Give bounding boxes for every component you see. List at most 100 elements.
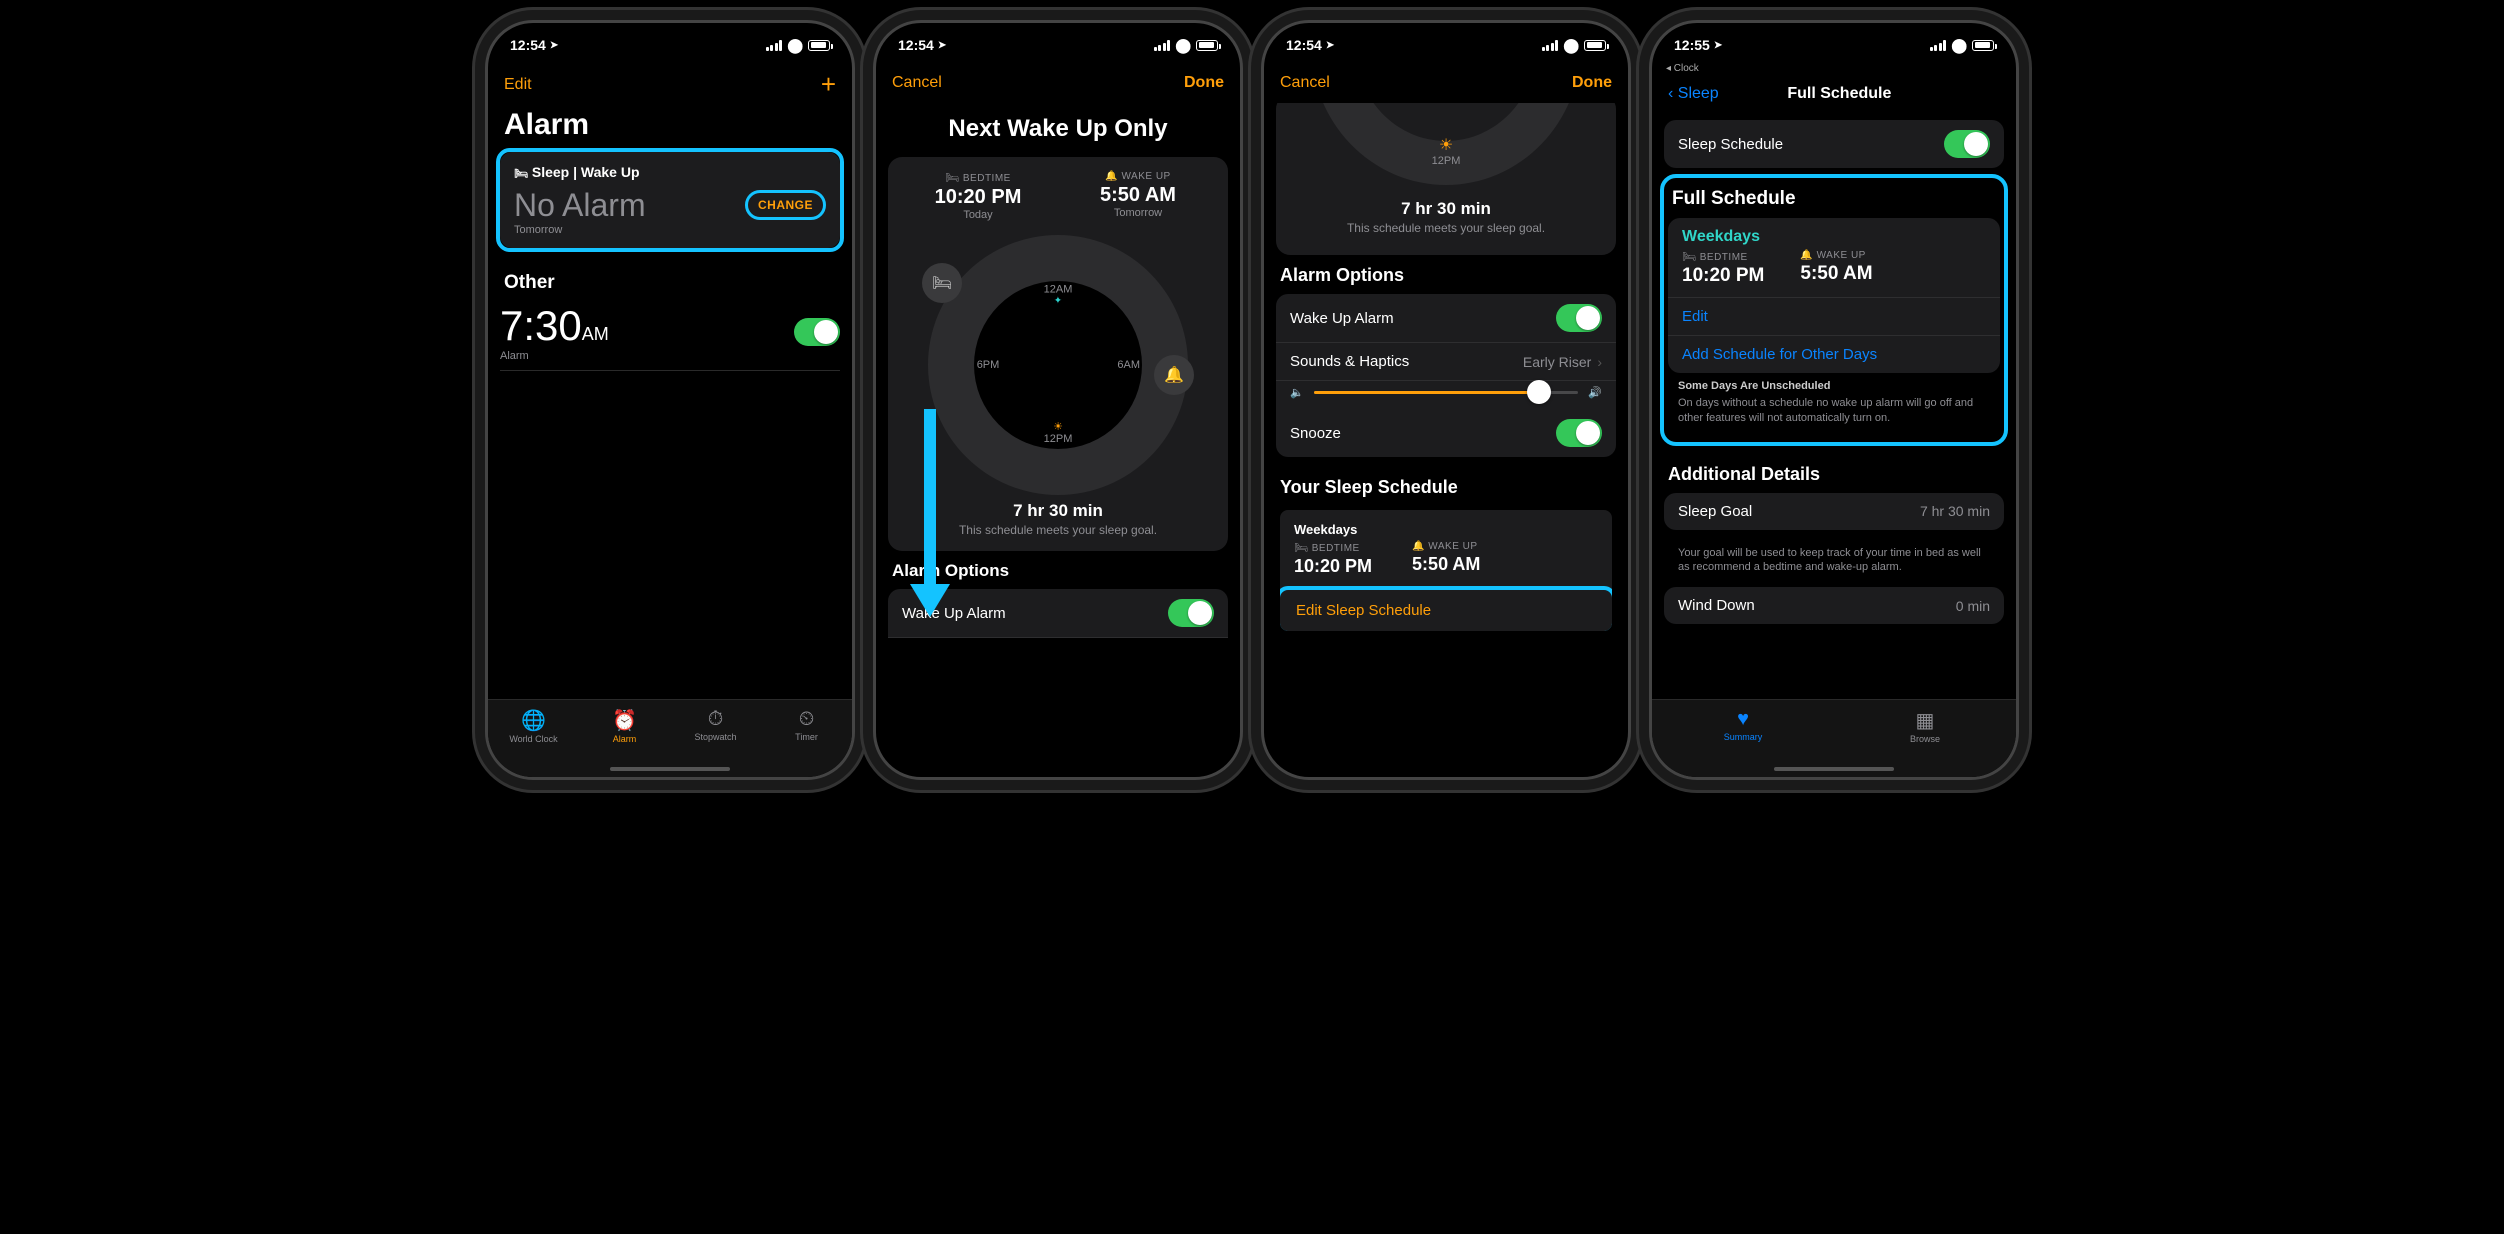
volume-slider-row: 🔈 🔊 <box>1276 381 1616 409</box>
notch <box>1749 23 1919 49</box>
sparkle-icon: ✦ <box>1044 296 1073 307</box>
status-time: 12:55 <box>1674 37 1710 53</box>
back-button[interactable]: ‹ Sleep <box>1668 85 1719 103</box>
home-indicator[interactable] <box>1774 767 1894 771</box>
wifi-icon: ⬤ <box>787 37 803 54</box>
page-title: Alarm <box>500 106 840 152</box>
alarm-time[interactable]: 7:30AM <box>500 302 609 350</box>
chevron-right-icon: › <box>1597 354 1602 370</box>
nav-bar: ‹ Sleep Full Schedule <box>1652 74 2016 114</box>
weekdays-schedule-row[interactable]: Weekdays 🛏 BEDTIME 10:20 PM 🔔 WAKE UP 5:… <box>1668 218 2000 298</box>
tab-bar: 🌐World Clock ⏰Alarm ⏱Stopwatch ⏲Timer <box>488 699 852 777</box>
sleep-schedule-row[interactable]: Sleep Schedule <box>1664 120 2004 168</box>
done-button[interactable]: Done <box>1572 74 1612 92</box>
cancel-button[interactable]: Cancel <box>892 74 942 92</box>
bell-icon: 🔔 <box>1105 171 1118 182</box>
edit-schedule-row[interactable]: Edit <box>1668 298 2000 336</box>
volume-slider[interactable] <box>1314 391 1579 394</box>
wakeup-sub: Tomorrow <box>1058 207 1218 219</box>
full-schedule-header: Full Schedule <box>1664 178 2004 218</box>
no-alarm-text: No Alarm <box>514 187 646 224</box>
wakeup-value: 5:50 AM <box>1800 263 1872 285</box>
sleep-wake-card[interactable]: 🛏 Sleep | Wake Up No Alarm CHANGE Tomorr… <box>500 152 840 248</box>
signal-icon <box>1154 40 1171 51</box>
battery-icon <box>1584 40 1606 51</box>
wakeup-value: 5:50 AM <box>1412 554 1480 575</box>
battery-icon <box>1972 40 1994 51</box>
other-section-header: Other <box>500 262 840 302</box>
nav-bar: Edit + <box>488 63 852 106</box>
sleep-goal-note: Your goal will be used to keep track of … <box>1664 540 2004 588</box>
wakeup-label: WAKE UP <box>1121 171 1170 182</box>
tab-world-clock[interactable]: 🌐World Clock <box>488 706 579 777</box>
sun-icon: ☀ <box>1053 421 1063 433</box>
sleep-wake-label: Sleep | Wake Up <box>532 164 640 180</box>
wakeup-knob[interactable]: 🔔 <box>1154 355 1194 395</box>
weekdays-label: Weekdays <box>1294 520 1598 541</box>
edit-button[interactable]: Edit <box>504 76 532 94</box>
dial-summary-card: ☀ 12PM 7 hr 30 min This schedule meets y… <box>1276 103 1616 255</box>
goal-met-text: This schedule meets your sleep goal. <box>1286 221 1606 235</box>
add-alarm-button[interactable]: + <box>821 69 836 100</box>
status-time: 12:54 <box>1286 37 1322 53</box>
add-schedule-row[interactable]: Add Schedule for Other Days <box>1668 336 2000 373</box>
grid-icon: ▦ <box>1834 708 2016 733</box>
breadcrumb[interactable]: ◂ Clock <box>1652 63 2016 74</box>
full-schedule-highlight: Full Schedule Weekdays 🛏 BEDTIME 10:20 P… <box>1660 174 2008 446</box>
status-time: 12:54 <box>510 37 546 53</box>
sleep-goal-row[interactable]: Sleep Goal 7 hr 30 min <box>1664 493 2004 530</box>
arrow-down-annotation <box>910 409 950 619</box>
location-icon: ➤ <box>550 40 558 51</box>
notch <box>585 23 755 49</box>
tab-bar: ♥Summary ▦Browse <box>1652 699 2016 777</box>
alarm-toggle[interactable] <box>794 318 840 346</box>
bedtime-value: 10:20 PM <box>1294 556 1372 577</box>
nav-bar: Cancel Done <box>1264 63 1628 103</box>
speaker-high-icon: 🔊 <box>1588 386 1602 399</box>
edit-sleep-schedule-link[interactable]: Edit Sleep Schedule <box>1276 586 1616 635</box>
sleep-schedule-toggle[interactable] <box>1944 130 1990 158</box>
schedule-card: Weekdays 🛏 BEDTIME 10:20 PM 🔔 WAKE UP 5:… <box>1276 506 1616 635</box>
alarm-label: Alarm <box>500 350 609 362</box>
your-sleep-schedule-header: Your Sleep Schedule <box>1276 467 1616 506</box>
signal-icon <box>1930 40 1947 51</box>
tab-timer[interactable]: ⏲Timer <box>761 706 852 777</box>
bedtime-value: 10:20 PM <box>898 186 1058 209</box>
location-icon: ➤ <box>1714 40 1722 51</box>
bell-icon: 🔔 <box>1412 541 1425 552</box>
cancel-button[interactable]: Cancel <box>1280 74 1330 92</box>
weekdays-label: Weekdays <box>1682 228 1986 246</box>
snooze-row[interactable]: Snooze <box>1276 409 1616 457</box>
wind-down-row[interactable]: Wind Down 0 min <box>1664 587 2004 624</box>
signal-icon <box>1542 40 1559 51</box>
wake-alarm-row[interactable]: Wake Up Alarm <box>1276 294 1616 343</box>
bed-icon: 🛏 <box>1294 542 1308 554</box>
speaker-low-icon: 🔈 <box>1290 386 1304 399</box>
stopwatch-icon: ⏱ <box>670 708 761 731</box>
nav-bar: Cancel Done <box>876 63 1240 103</box>
notch <box>1361 23 1531 49</box>
tomorrow-label: Tomorrow <box>514 224 826 236</box>
wifi-icon: ⬤ <box>1175 37 1191 54</box>
bedtime-sub: Today <box>898 209 1058 221</box>
home-indicator[interactable] <box>610 767 730 771</box>
phone-1-alarm-list: 12:54 ➤ ⬤ Edit + Alarm 🛏 Sleep | Wake Up… <box>485 20 855 780</box>
dial-6pm: 6PM <box>977 359 1000 371</box>
wake-alarm-toggle[interactable] <box>1168 599 1214 627</box>
page-title: Next Wake Up Only <box>888 115 1228 143</box>
unscheduled-note: Some Days Are Unscheduled On days withou… <box>1664 373 2004 438</box>
snooze-toggle[interactable] <box>1556 419 1602 447</box>
globe-icon: 🌐 <box>488 708 579 733</box>
bell-icon: 🔔 <box>1800 250 1813 261</box>
weekdays-row[interactable]: Weekdays 🛏 BEDTIME 10:20 PM 🔔 WAKE UP 5:… <box>1280 510 1612 590</box>
bedtime-knob[interactable]: 🛏 <box>922 263 962 303</box>
change-button[interactable]: CHANGE <box>745 190 826 220</box>
bed-icon: 🛏 <box>945 172 959 184</box>
done-button[interactable]: Done <box>1184 74 1224 92</box>
wake-alarm-toggle[interactable] <box>1556 304 1602 332</box>
sounds-haptics-row[interactable]: Sounds & Haptics Early Riser › <box>1276 343 1616 381</box>
phone-3-alarm-options: 12:54➤ ⬤ Cancel Done ☀ 12PM 7 hr 30 min … <box>1261 20 1631 780</box>
sleep-dial-partial[interactable]: ☀ 12PM <box>1311 103 1581 185</box>
sleep-dial[interactable]: 12AM✦ 6AM ☀12PM 6PM 🛏 🔔 <box>928 235 1188 495</box>
location-icon: ➤ <box>938 40 946 51</box>
